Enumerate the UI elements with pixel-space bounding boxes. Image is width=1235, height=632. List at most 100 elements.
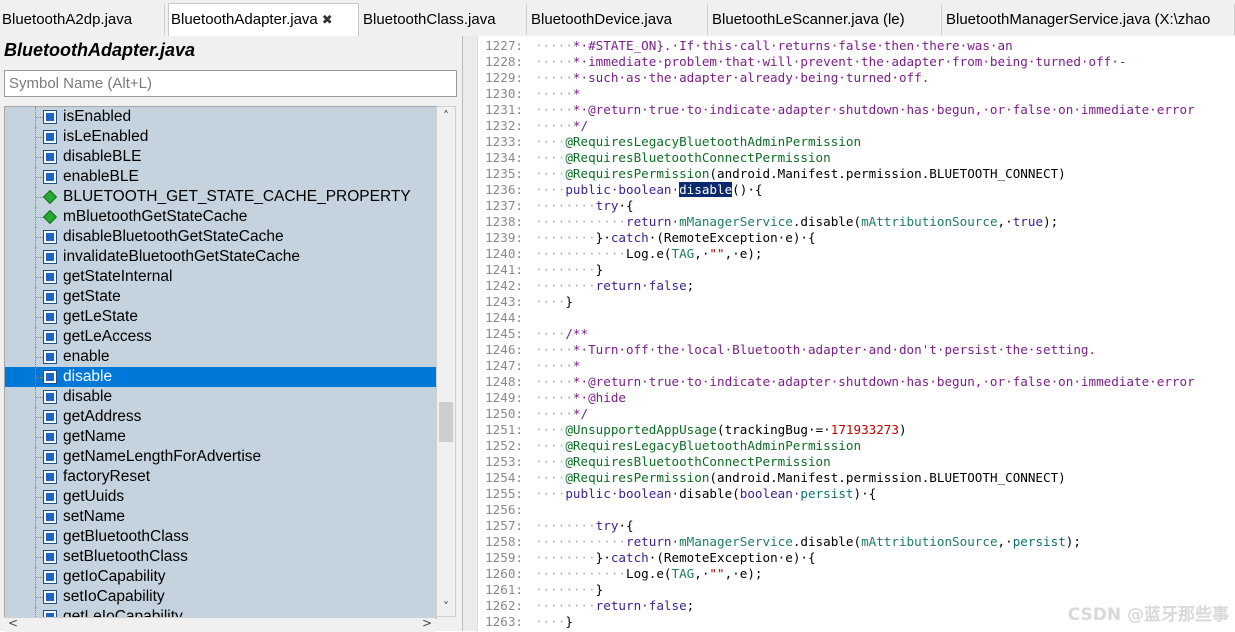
- tab-label: BluetoothManagerService.java (X:\zhao: [946, 11, 1211, 28]
- code-token: *·#STATE_ON}.·If·this·call·returns·false…: [572, 38, 1013, 53]
- indent-whitespace: ·····: [535, 86, 573, 101]
- line-number: 1259:: [485, 550, 523, 565]
- tab-bluetoothmanagerservice-java-x-zhao[interactable]: BluetoothManagerService.java (X:\zhao: [944, 4, 1235, 35]
- method-icon: [43, 110, 57, 124]
- tab-bluetoothdevice-java[interactable]: BluetoothDevice.java: [529, 4, 708, 35]
- indent-whitespace: ·····: [535, 390, 573, 405]
- code-token: }·: [595, 550, 611, 565]
- line-number: 1238:: [485, 214, 523, 229]
- tab-bluetoothclass-java[interactable]: BluetoothClass.java: [361, 4, 527, 35]
- scrollbar-thumb[interactable]: [439, 402, 453, 442]
- symbol-list-item[interactable]: enable: [5, 347, 437, 367]
- indent-whitespace: ····: [535, 326, 566, 341]
- symbol-list-item[interactable]: setBluetoothClass: [5, 547, 437, 567]
- indent-whitespace: ····: [535, 614, 566, 629]
- symbol-list-item[interactable]: getIoCapability: [5, 567, 437, 587]
- code-text: ········}: [535, 262, 603, 278]
- code-token: ,·: [694, 566, 710, 581]
- symbol-list-item[interactable]: mBluetoothGetStateCache: [5, 207, 437, 227]
- tab-bluetoothlescanner-java-le[interactable]: BluetoothLeScanner.java (le): [710, 4, 942, 35]
- indent-whitespace: ·····: [535, 70, 573, 85]
- symbol-list-item[interactable]: getLeAccess: [5, 327, 437, 347]
- code-token: *·immediate·problem·that·will·prevent·th…: [572, 54, 1127, 69]
- vertical-scrollbar[interactable]: ˄ ˅: [436, 106, 456, 617]
- symbol-list-item[interactable]: getNameLengthForAdvertise: [5, 447, 437, 467]
- symbol-list-item[interactable]: setName: [5, 507, 437, 527]
- symbol-list-item[interactable]: getBluetoothClass: [5, 527, 437, 547]
- line-number: 1235:: [485, 166, 523, 181]
- scroll-down-icon[interactable]: ˅: [437, 598, 455, 616]
- symbol-label: getUuids: [63, 488, 125, 505]
- code-token: *: [572, 358, 581, 373]
- line-number: 1244:: [485, 310, 523, 325]
- scroll-right-icon[interactable]: >: [422, 616, 432, 630]
- symbol-list-item[interactable]: disable: [5, 367, 437, 387]
- code-token: true: [1012, 214, 1044, 229]
- symbol-label: isEnabled: [63, 108, 132, 125]
- symbol-list-item[interactable]: enableBLE: [5, 167, 437, 187]
- code-token: persist: [1012, 534, 1066, 549]
- symbol-list-item[interactable]: isLeEnabled: [5, 127, 437, 147]
- code-text: ····/**: [535, 326, 588, 342]
- indent-whitespace: ·····: [535, 54, 573, 69]
- symbol-label: getBluetoothClass: [63, 528, 189, 545]
- code-token: TAG: [671, 246, 695, 261]
- code-token: "": [709, 566, 725, 581]
- symbol-list-item[interactable]: invalidateBluetoothGetStateCache: [5, 247, 437, 267]
- code-token: );: [1065, 534, 1081, 549]
- line-number: 1230:: [485, 86, 523, 101]
- code-editor[interactable]: 1227: ·····*·#STATE_ON}.·If·this·call·ret…: [463, 36, 1235, 631]
- symbol-label: getLeState: [63, 308, 138, 325]
- symbol-list-item[interactable]: isEnabled: [5, 107, 437, 127]
- line-number: 1262:: [485, 598, 523, 613]
- code-token: TAG: [671, 566, 695, 581]
- method-icon: [43, 230, 57, 244]
- method-icon: [43, 530, 57, 544]
- symbol-list-item[interactable]: disableBLE: [5, 147, 437, 167]
- symbol-list-item[interactable]: factoryReset: [5, 467, 437, 487]
- indent-whitespace: ········: [535, 598, 596, 613]
- symbol-list-item[interactable]: getUuids: [5, 487, 437, 507]
- symbol-label: getState: [63, 288, 121, 305]
- symbol-list-item[interactable]: BLUETOOTH_GET_STATE_CACHE_PROPERTY: [5, 187, 437, 207]
- indent-whitespace: ········: [535, 278, 596, 293]
- symbol-label: disable: [63, 368, 113, 385]
- symbol-list-item[interactable]: disableBluetoothGetStateCache: [5, 227, 437, 247]
- method-icon: [43, 350, 57, 364]
- symbol-list-item[interactable]: getState: [5, 287, 437, 307]
- scroll-up-icon[interactable]: ˄: [437, 107, 455, 125]
- symbol-list-item[interactable]: disable: [5, 387, 437, 407]
- symbol-list-item[interactable]: setIoCapability: [5, 587, 437, 607]
- tab-label: BluetoothDevice.java: [531, 11, 672, 28]
- code-token: }·: [595, 230, 611, 245]
- tab-bluetoothadapter-java[interactable]: BluetoothAdapter.java ✖: [168, 3, 359, 36]
- line-number: 1232:: [485, 118, 523, 133]
- editor-gutter: [463, 36, 478, 631]
- symbol-label: getAddress: [63, 408, 142, 425]
- method-icon: [43, 370, 57, 384]
- code-text: ········try·{: [535, 198, 634, 214]
- code-token: ,·: [997, 534, 1013, 549]
- indent-whitespace: ········: [535, 518, 596, 533]
- horizontal-scrollbar[interactable]: < >: [4, 616, 436, 632]
- indent-whitespace: ············: [535, 566, 626, 581]
- code-text: ····@RequiresLegacyBluetoothAdminPermiss…: [535, 438, 861, 454]
- close-tab-icon[interactable]: ✖: [322, 12, 333, 27]
- symbol-list-item[interactable]: getAddress: [5, 407, 437, 427]
- indent-whitespace: ·····: [535, 374, 573, 389]
- symbol-list-item[interactable]: getLeState: [5, 307, 437, 327]
- line-number: 1229:: [485, 70, 523, 85]
- symbol-search-input[interactable]: [4, 70, 457, 97]
- scroll-left-icon[interactable]: <: [8, 616, 18, 630]
- symbol-list-item[interactable]: getName: [5, 427, 437, 447]
- tab-bluetootha2dp-java[interactable]: BluetoothA2dp.java: [0, 4, 165, 35]
- indent-whitespace: ····: [535, 470, 566, 485]
- code-text: ············return·mManagerService.disab…: [535, 534, 1081, 550]
- code-token: }: [565, 614, 573, 629]
- line-number: 1233:: [485, 134, 523, 149]
- code-token: return·: [626, 214, 680, 229]
- code-token: ,·: [694, 246, 710, 261]
- symbol-list-item[interactable]: getStateInternal: [5, 267, 437, 287]
- indent-whitespace: ········: [535, 582, 596, 597]
- panel-title: BluetoothAdapter.java: [4, 40, 196, 60]
